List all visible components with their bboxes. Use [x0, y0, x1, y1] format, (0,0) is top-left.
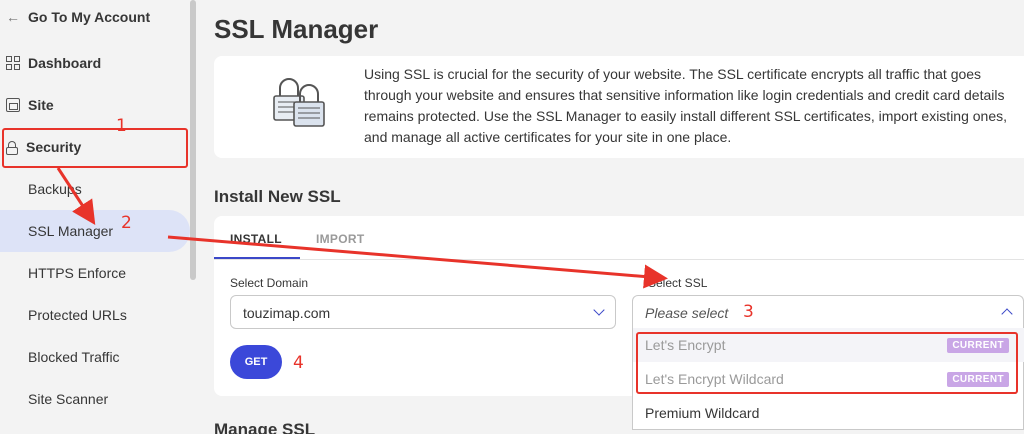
arrow-left-icon: ←	[6, 9, 20, 25]
sidebar-scrollbar[interactable]	[190, 0, 196, 280]
sidebar-item-https-enforce[interactable]: HTTPS Enforce	[28, 265, 126, 281]
chevron-up-icon	[1001, 308, 1013, 320]
tab-import[interactable]: IMPORT	[316, 232, 364, 246]
site-icon	[6, 98, 20, 112]
sidebar-item-dashboard[interactable]: Dashboard	[6, 55, 101, 71]
chevron-down-icon	[593, 304, 605, 316]
manage-section-title: Manage SSL	[214, 420, 316, 434]
sidebar: ← Go To My Account Dashboard Site Securi…	[0, 0, 198, 434]
sidebar-item-site-scanner[interactable]: Site Scanner	[28, 391, 108, 407]
ssl-select-placeholder: Please select	[645, 305, 729, 321]
dashboard-icon	[6, 56, 20, 70]
ssl-select[interactable]: Please select	[632, 295, 1024, 329]
sidebar-item-backups[interactable]: Backups	[28, 181, 82, 197]
sidebar-item-protected-urls[interactable]: Protected URLs	[28, 307, 127, 323]
padlocks-icon	[273, 78, 325, 127]
sidebar-item-label: Dashboard	[28, 55, 102, 71]
get-button[interactable]: GET	[230, 345, 282, 379]
ssl-option-label: Premium Wildcard	[645, 405, 760, 421]
tab-install[interactable]: INSTALL	[230, 232, 282, 246]
go-to-account-link[interactable]: ← Go To My Account	[6, 9, 150, 25]
annotation-number-4: 4	[293, 353, 304, 373]
annotation-box-security	[2, 128, 188, 168]
tab-divider	[214, 259, 1024, 260]
page-title: SSL Manager	[214, 14, 379, 44]
annotation-number-3: 3	[743, 302, 754, 322]
domain-select[interactable]: touzimap.com	[230, 295, 616, 329]
domain-select-value: touzimap.com	[243, 305, 331, 321]
annotation-number-1: 1	[116, 116, 127, 136]
sidebar-item-blocked-traffic[interactable]: Blocked Traffic	[28, 349, 120, 365]
install-section-title: Install New SSL	[214, 187, 341, 206]
annotation-number-2: 2	[121, 213, 132, 233]
annotation-box-options	[636, 332, 1018, 394]
domain-label: Select Domain	[230, 276, 309, 290]
sidebar-item-site[interactable]: Site	[6, 97, 54, 113]
sidebar-item-label: Site	[28, 97, 54, 113]
ssl-label: Select SSL	[648, 276, 708, 290]
info-text: Using SSL is crucial for the security of…	[364, 66, 1008, 145]
go-to-account-label: Go To My Account	[28, 9, 151, 25]
info-card: Using SSL is crucial for the security of…	[214, 56, 1024, 158]
ssl-option-premium-wildcard[interactable]: Premium Wildcard	[633, 396, 1024, 430]
sidebar-item-ssl-manager[interactable]: SSL Manager	[28, 223, 113, 239]
